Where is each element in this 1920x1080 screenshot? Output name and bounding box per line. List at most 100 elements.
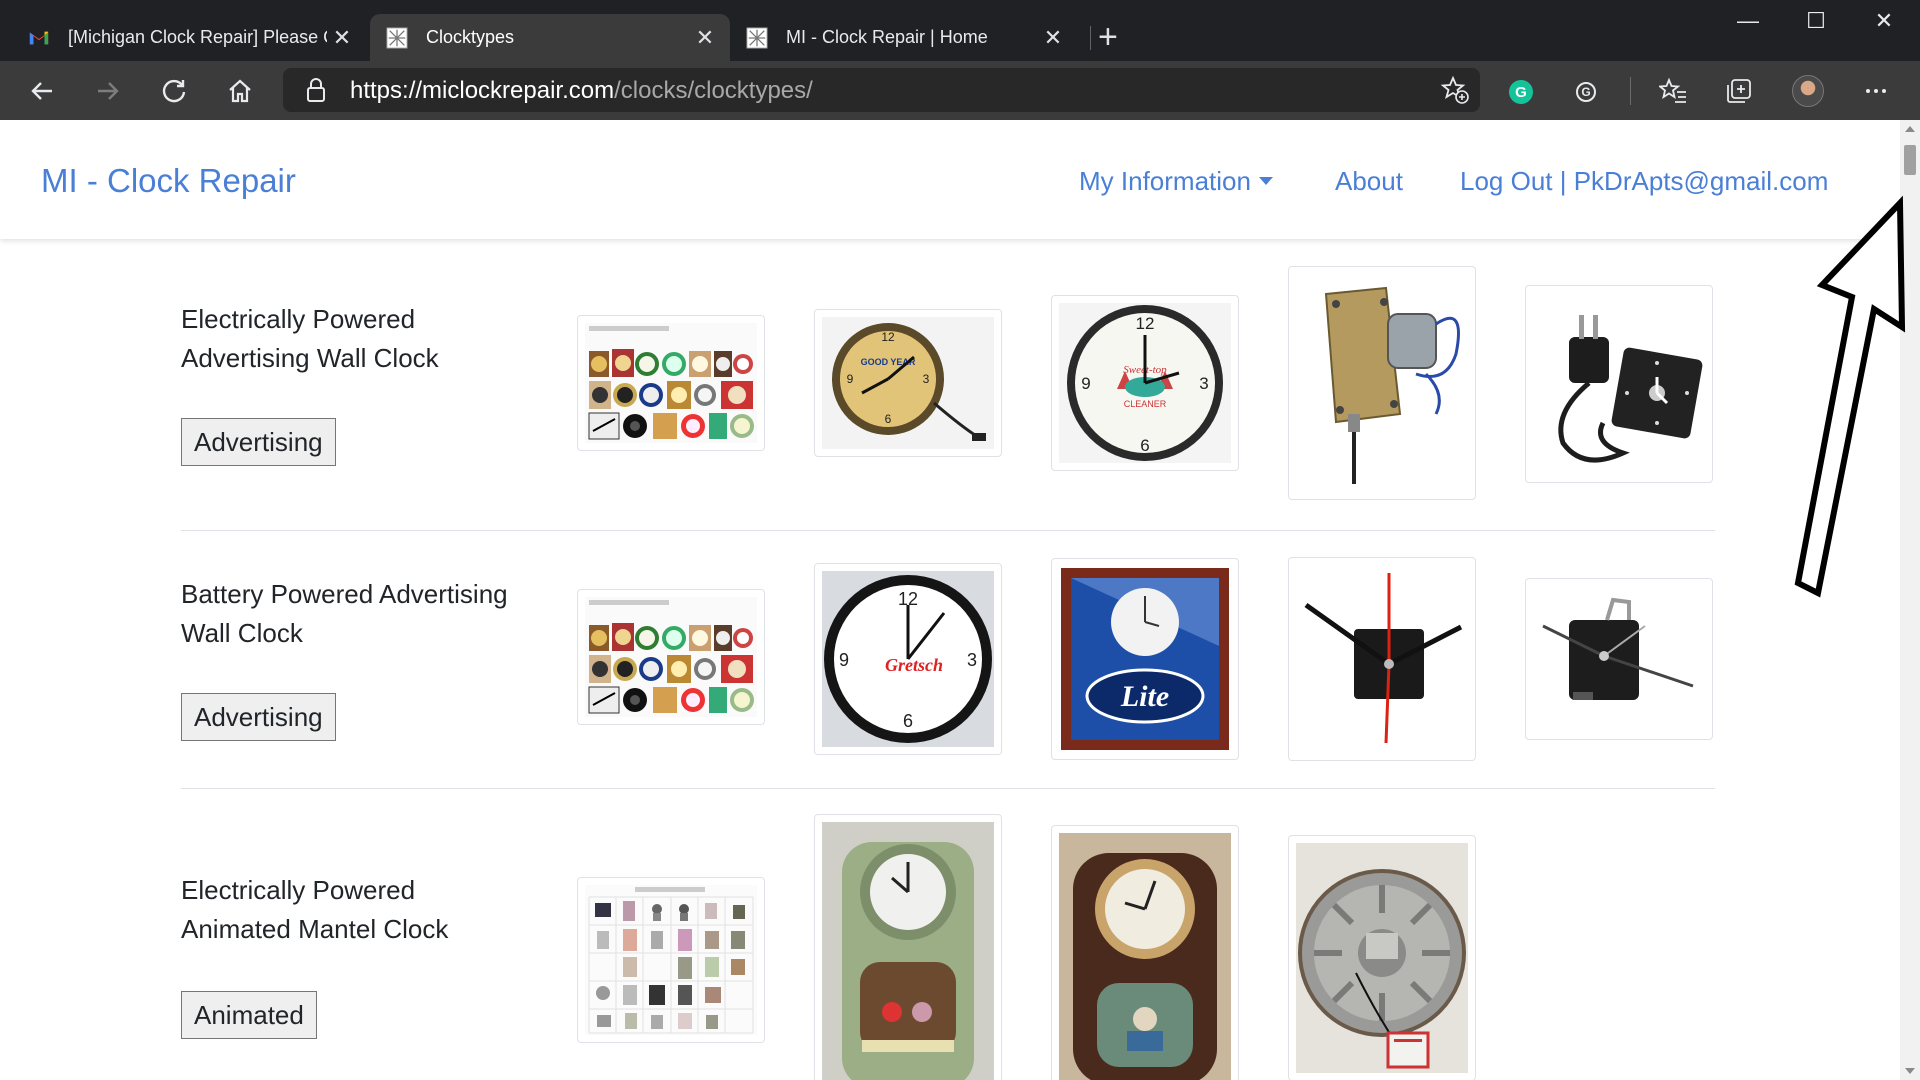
about-link[interactable]: About (1335, 166, 1403, 197)
gretsch-wall-clock-image: 12 3 6 9 Gretsch (822, 571, 994, 747)
green-animated-mantel-clock-image (822, 822, 994, 1080)
more-options-icon[interactable] (1856, 71, 1896, 111)
close-window-icon[interactable]: ✕ (1864, 8, 1904, 34)
svg-text:3: 3 (923, 372, 930, 386)
row-title: Electrically Powered Animated Mantel Clo… (181, 871, 541, 949)
tab-gmail[interactable]: [Michigan Clock Repair] Please C ✕ (0, 14, 367, 61)
caret-down-icon (1258, 177, 1273, 185)
brown-animated-mantel-clock-image (1059, 833, 1231, 1080)
row-title-line: Electrically Powered (181, 304, 416, 334)
back-icon[interactable] (22, 71, 62, 111)
advertising-button[interactable]: Advertising (181, 693, 336, 741)
gretsch-wall-clock-thumbnail[interactable]: 12 3 6 9 Gretsch (814, 563, 1002, 755)
scrollbar-thumb[interactable] (1904, 145, 1916, 175)
maximize-icon[interactable]: ☐ (1796, 8, 1836, 34)
my-information-dropdown[interactable]: My Information (1079, 166, 1273, 197)
browser-toolbar: https://miclockrepair.com/clocks/clockty… (0, 61, 1920, 120)
svg-text:3: 3 (1199, 374, 1208, 393)
animated-collage-thumbnail[interactable] (577, 877, 765, 1043)
tab-title: MI - Clock Repair | Home (786, 27, 988, 47)
animated-collage-image (585, 885, 757, 1035)
svg-text:9: 9 (847, 372, 854, 386)
url-domain: https://miclockrepair.com (350, 77, 615, 104)
goodyear-wall-clock-image: 12 3 6 9 GOOD YEAR (822, 317, 994, 449)
svg-text:3: 3 (967, 650, 977, 670)
goodyear-wall-clock-thumbnail[interactable]: 12 3 6 9 GOOD YEAR (814, 309, 1002, 457)
svg-text:9: 9 (1081, 374, 1090, 393)
quartz-movement-side-thumbnail[interactable] (1525, 578, 1713, 740)
site-icon (386, 26, 408, 49)
advertising-collage-thumbnail[interactable] (577, 589, 765, 725)
svg-text:Lite: Lite (1120, 680, 1169, 713)
sweet-top-cleaner-clock-thumbnail[interactable]: 12 3 6 9 Sweet-top CLEANER (1051, 295, 1239, 471)
electric-clock-movement-image (1296, 274, 1468, 492)
row-title-line: Electrically Powered (181, 875, 416, 905)
svg-text:9: 9 (839, 650, 849, 670)
animated-clock-motor-image (1296, 843, 1468, 1073)
row-title-line: Animated Mantel Clock (181, 914, 449, 944)
site-navbar: MI - Clock Repair My Information About L… (0, 120, 1900, 239)
url-text[interactable]: https://miclockrepair.com/clocks/clockty… (350, 77, 813, 105)
url-path: /clocks/clocktypes/ (614, 77, 813, 104)
grammarly-go-icon[interactable]: G (1576, 82, 1596, 102)
tab-separator (1090, 26, 1091, 50)
row-divider (181, 530, 1715, 531)
svg-text:12: 12 (881, 330, 895, 344)
annotation-arrow (1794, 195, 1906, 598)
quartz-movement-side-image (1533, 586, 1705, 732)
profile-avatar[interactable] (1792, 75, 1824, 107)
row-divider (181, 788, 1715, 789)
page-content: MI - Clock Repair My Information About L… (0, 120, 1920, 1080)
svg-text:12: 12 (1136, 314, 1155, 333)
advertising-button[interactable]: Advertising (181, 418, 336, 466)
close-tab-icon[interactable]: ✕ (1038, 25, 1068, 51)
tab-clocktypes[interactable]: Clocktypes ✕ (370, 14, 730, 61)
svg-text:Gretsch: Gretsch (885, 655, 943, 675)
sweet-top-cleaner-clock-image: 12 3 6 9 Sweet-top CLEANER (1059, 303, 1231, 463)
svg-text:6: 6 (1140, 436, 1149, 455)
my-information-label: My Information (1079, 166, 1251, 196)
new-tab-icon[interactable]: + (1098, 18, 1118, 57)
row-title-line: Wall Clock (181, 618, 303, 648)
svg-text:6: 6 (885, 412, 892, 426)
toolbar-separator (1630, 77, 1631, 105)
row-title-line: Battery Powered Advertising (181, 579, 508, 609)
favorites-icon[interactable] (1653, 71, 1693, 111)
quartz-movement-red-hand-image (1296, 565, 1468, 753)
svg-text:CLEANER: CLEANER (1124, 399, 1167, 409)
electric-clock-movement-thumbnail[interactable] (1288, 266, 1476, 500)
plug-in-clock-movement-thumbnail[interactable] (1525, 285, 1713, 483)
address-bar[interactable]: https://miclockrepair.com/clocks/clockty… (283, 68, 1480, 112)
scroll-down-icon[interactable] (1905, 1068, 1915, 1074)
refresh-icon[interactable] (154, 71, 194, 111)
gmail-icon (29, 31, 49, 44)
forward-icon[interactable] (88, 71, 128, 111)
lock-icon[interactable] (305, 77, 327, 103)
tab-title: Clocktypes (426, 27, 515, 47)
close-tab-icon[interactable]: ✕ (327, 25, 357, 51)
row-title: Battery Powered Advertising Wall Clock (181, 575, 541, 653)
minimize-icon[interactable]: — (1728, 8, 1768, 34)
plug-in-clock-movement-image (1533, 293, 1705, 475)
brown-animated-mantel-clock-thumbnail[interactable] (1051, 825, 1239, 1080)
row-title: Electrically Powered Advertising Wall Cl… (181, 300, 541, 378)
advertising-collage-image (585, 323, 757, 443)
animated-button[interactable]: Animated (181, 991, 317, 1039)
site-brand[interactable]: MI - Clock Repair (41, 162, 296, 200)
tab-home[interactable]: MI - Clock Repair | Home ✕ (730, 14, 1078, 61)
scroll-up-icon[interactable] (1905, 126, 1915, 132)
add-favorite-icon[interactable] (1440, 75, 1470, 105)
grammarly-icon[interactable]: G (1509, 80, 1533, 104)
close-tab-icon[interactable]: ✕ (690, 25, 720, 51)
miller-lite-clock-image: Lite (1059, 566, 1231, 752)
miller-lite-clock-thumbnail[interactable]: Lite (1051, 558, 1239, 760)
advertising-collage-thumbnail[interactable] (577, 315, 765, 451)
browser-tabstrip: [Michigan Clock Repair] Please C ✕ Clock… (0, 0, 1920, 61)
collections-icon[interactable] (1719, 71, 1759, 111)
quartz-movement-red-hand-thumbnail[interactable] (1288, 557, 1476, 761)
animated-clock-motor-thumbnail[interactable] (1288, 835, 1476, 1080)
home-icon[interactable] (220, 71, 260, 111)
green-animated-mantel-clock-thumbnail[interactable] (814, 814, 1002, 1080)
svg-text:6: 6 (903, 711, 913, 731)
logout-link[interactable]: Log Out | PkDrApts@gmail.com (1460, 166, 1828, 197)
